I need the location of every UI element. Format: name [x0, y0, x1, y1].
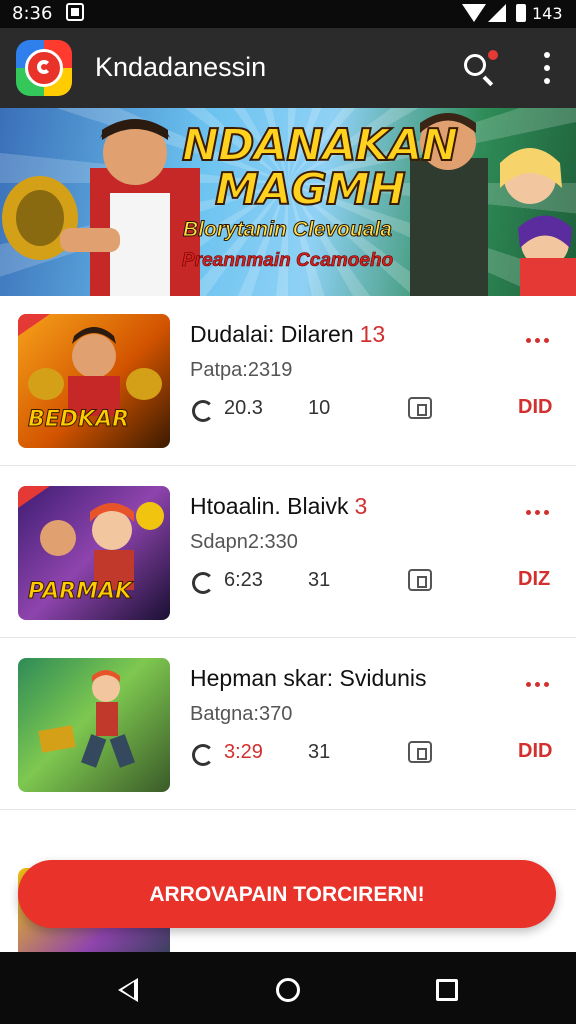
timer-icon	[192, 572, 214, 594]
game-title: Hepman skar: Svidunis	[190, 665, 427, 691]
notification-icon	[66, 3, 84, 21]
dot-icon	[535, 682, 540, 687]
list-item[interactable]: PARMAK Htoaalin. Blaivk 3 Sdapn2:330 6:23…	[0, 468, 576, 638]
app-logo[interactable]	[16, 40, 72, 96]
stat-time: 6:23	[224, 569, 263, 591]
status-bar: 8:36 143	[0, 0, 576, 28]
notification-dot	[486, 48, 500, 62]
title-badge: 13	[359, 321, 386, 347]
dot-icon	[526, 338, 531, 343]
search-icon	[464, 54, 486, 76]
dot-icon	[526, 682, 531, 687]
game-subtitle: Batgna:370	[190, 703, 293, 725]
dot-icon	[544, 65, 550, 71]
item-menu-button[interactable]	[526, 510, 552, 516]
stat-tag: DID	[518, 396, 553, 418]
dot-icon	[526, 510, 531, 515]
home-icon[interactable]	[276, 978, 300, 1002]
timer-icon	[192, 744, 214, 766]
list-item[interactable]: BEDKAR Dudalai: Dilaren 13 Patpa:2319 20.…	[0, 296, 576, 466]
stat-tag: DIZ	[518, 568, 551, 590]
hero-title-line1: NDANAKAN	[181, 120, 459, 171]
app-title: Kndadanessin	[95, 52, 267, 82]
stat-count: 31	[308, 569, 331, 591]
game-thumbnail	[18, 658, 170, 792]
stat-count: 10	[308, 397, 331, 419]
stat-time: 3:29	[224, 741, 263, 763]
logo-mark	[25, 49, 63, 87]
title-badge: 3	[354, 493, 368, 519]
item-menu-button[interactable]	[526, 682, 552, 688]
primary-action-label: ARROVAPAIN TORCIRERN!	[149, 883, 425, 906]
game-subtitle: Patpa:2319	[190, 359, 293, 381]
hero-character-left	[2, 119, 200, 296]
dot-icon	[544, 52, 550, 58]
hero-banner[interactable]: NDANAKAN MAGMH Blorytanin Clevouala Prea…	[0, 108, 576, 296]
battery-icon	[516, 4, 526, 22]
dot-icon	[544, 78, 550, 84]
recent-apps-icon[interactable]	[436, 979, 458, 1001]
status-time: 8:36	[12, 3, 53, 24]
dot-icon	[544, 682, 549, 687]
game-title: Dudalai: Dilaren 13	[190, 321, 386, 347]
list-item[interactable]: Hepman skar: Svidunis Batgna:370 3:29 31…	[0, 640, 576, 810]
back-icon[interactable]	[118, 978, 138, 1002]
system-nav-bar	[0, 952, 576, 1024]
thumbnail-title: BEDKAR	[27, 407, 130, 433]
stat-tag: DID	[518, 740, 553, 762]
stat-count: 31	[308, 741, 331, 763]
timer-icon	[192, 400, 214, 422]
hero-title-line2: MAGMH	[214, 164, 407, 215]
stat-time: 20.3	[224, 397, 263, 419]
primary-action-button[interactable]: ARROVAPAIN TORCIRERN!	[18, 860, 556, 928]
dot-icon	[544, 510, 549, 515]
search-button[interactable]	[460, 48, 500, 88]
dot-icon	[535, 338, 540, 343]
battery-level: 143	[532, 4, 563, 23]
shop-icon[interactable]	[408, 397, 432, 419]
game-subtitle: Sdapn2:330	[190, 531, 298, 553]
game-thumbnail: PARMAK	[18, 486, 170, 620]
hero-subtitle-line1: Blorytanin Clevouala	[183, 218, 393, 242]
thumbnail-title: PARMAK	[27, 579, 133, 605]
hero-subtitle-line2: Preannmain Ccamoeho	[182, 250, 394, 272]
overflow-menu-button[interactable]	[536, 52, 556, 86]
game-thumbnail: BEDKAR	[18, 314, 170, 448]
shop-icon[interactable]	[408, 569, 432, 591]
signal-icon	[488, 4, 506, 22]
app-bar: Kndadanessin	[0, 28, 576, 108]
dot-icon	[535, 510, 540, 515]
dot-icon	[544, 338, 549, 343]
thumbnail-art	[38, 670, 135, 768]
item-menu-button[interactable]	[526, 338, 552, 344]
wifi-icon	[462, 4, 486, 22]
shop-icon[interactable]	[408, 741, 432, 763]
game-title: Htoaalin. Blaivk 3	[190, 493, 368, 519]
